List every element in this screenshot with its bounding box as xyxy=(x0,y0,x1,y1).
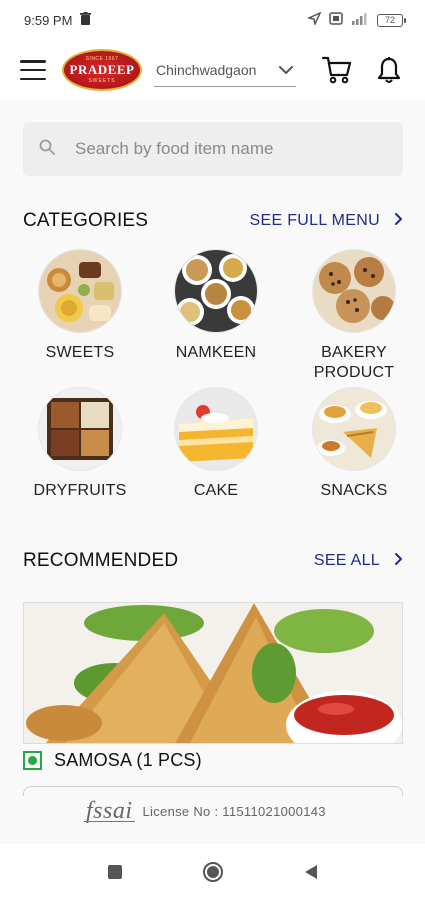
categories-title: CATEGORIES xyxy=(23,210,149,231)
category-label: NAMKEEN xyxy=(175,344,257,361)
category-label: DRYFRUITS xyxy=(33,482,127,499)
status-left: 9:59 PM xyxy=(24,12,92,28)
category-label: CAKE xyxy=(193,482,239,499)
category-namkeen[interactable]: NAMKEEN xyxy=(156,250,276,363)
recommended-title: RECOMMENDED xyxy=(23,550,179,571)
recommended-item-card[interactable] xyxy=(23,602,403,744)
see-all-label: SEE ALL xyxy=(313,552,380,569)
menu-icon[interactable] xyxy=(20,60,46,80)
license-number: License No : 11511021000143 xyxy=(142,804,326,819)
category-sweets[interactable]: SWEETS xyxy=(20,250,140,363)
trash-icon xyxy=(80,12,92,28)
item-name: SAMOSA (1 PCS) xyxy=(54,750,202,770)
back-button[interactable] xyxy=(293,854,329,890)
category-cake[interactable]: CAKE xyxy=(156,388,276,501)
namkeen-image xyxy=(175,250,257,332)
status-right: 72 xyxy=(306,11,406,28)
header-actions xyxy=(321,54,405,86)
chevron-down-icon xyxy=(278,62,294,78)
location-arrow-icon xyxy=(306,11,322,28)
veg-indicator-icon xyxy=(23,751,42,770)
see-all-link[interactable]: SEE ALL xyxy=(314,552,403,571)
dryfruits-image xyxy=(39,388,121,470)
category-label: SNACKS xyxy=(320,482,388,499)
bell-icon[interactable] xyxy=(373,54,405,86)
recents-button[interactable] xyxy=(97,854,133,890)
category-bakery-product[interactable]: BAKERY PRODUCT xyxy=(294,250,414,383)
brand-logo[interactable]: SINCE 1967 PRADEEP SWEETS xyxy=(62,49,142,91)
sim-icon xyxy=(329,12,343,28)
logo-brand-text: PRADEEP xyxy=(69,62,135,77)
system-nav-bar xyxy=(0,842,425,900)
signal-icon xyxy=(351,12,369,28)
search-input[interactable] xyxy=(75,139,375,159)
category-snacks[interactable]: SNACKS xyxy=(294,388,414,501)
category-label: BAKERY PRODUCT xyxy=(313,344,395,381)
location-label: Chinchwadgaon xyxy=(156,61,257,78)
fssai-license: fssai License No : 11511021000143 xyxy=(84,798,326,825)
status-time: 9:59 PM xyxy=(24,12,73,28)
chevron-right-icon xyxy=(394,212,403,231)
next-card-edge xyxy=(23,786,403,796)
app-header: SINCE 1967 PRADEEP SWEETS Chinchwadgaon xyxy=(0,40,425,100)
main-content: CATEGORIES SEE FULL MENU S xyxy=(0,100,425,842)
recommended-item-row[interactable]: SAMOSA (1 PCS) xyxy=(23,750,202,771)
chevron-right-icon xyxy=(394,552,403,571)
search-bar[interactable] xyxy=(23,122,403,176)
see-full-menu-link[interactable]: SEE FULL MENU xyxy=(250,212,403,231)
cart-icon[interactable] xyxy=(321,54,353,86)
category-dryfruits[interactable]: DRYFRUITS xyxy=(20,388,140,501)
logo-sub-text: SWEETS xyxy=(88,78,116,84)
bakery-image xyxy=(313,250,395,332)
samosa-image xyxy=(24,603,402,743)
category-label: SWEETS xyxy=(45,344,115,361)
snacks-image xyxy=(313,388,395,470)
categories-header: CATEGORIES SEE FULL MENU xyxy=(23,210,403,232)
battery-icon: 72 xyxy=(377,13,406,27)
see-full-menu-label: SEE FULL MENU xyxy=(249,212,380,229)
home-button[interactable] xyxy=(195,854,231,890)
fssai-logo: fssai xyxy=(84,798,135,824)
recommended-header: RECOMMENDED SEE ALL xyxy=(23,550,403,572)
status-bar: 9:59 PM 72 xyxy=(0,0,425,40)
search-icon xyxy=(39,139,55,160)
cake-image xyxy=(175,388,257,470)
location-selector[interactable]: Chinchwadgaon xyxy=(154,53,296,87)
sweets-image xyxy=(39,250,121,332)
